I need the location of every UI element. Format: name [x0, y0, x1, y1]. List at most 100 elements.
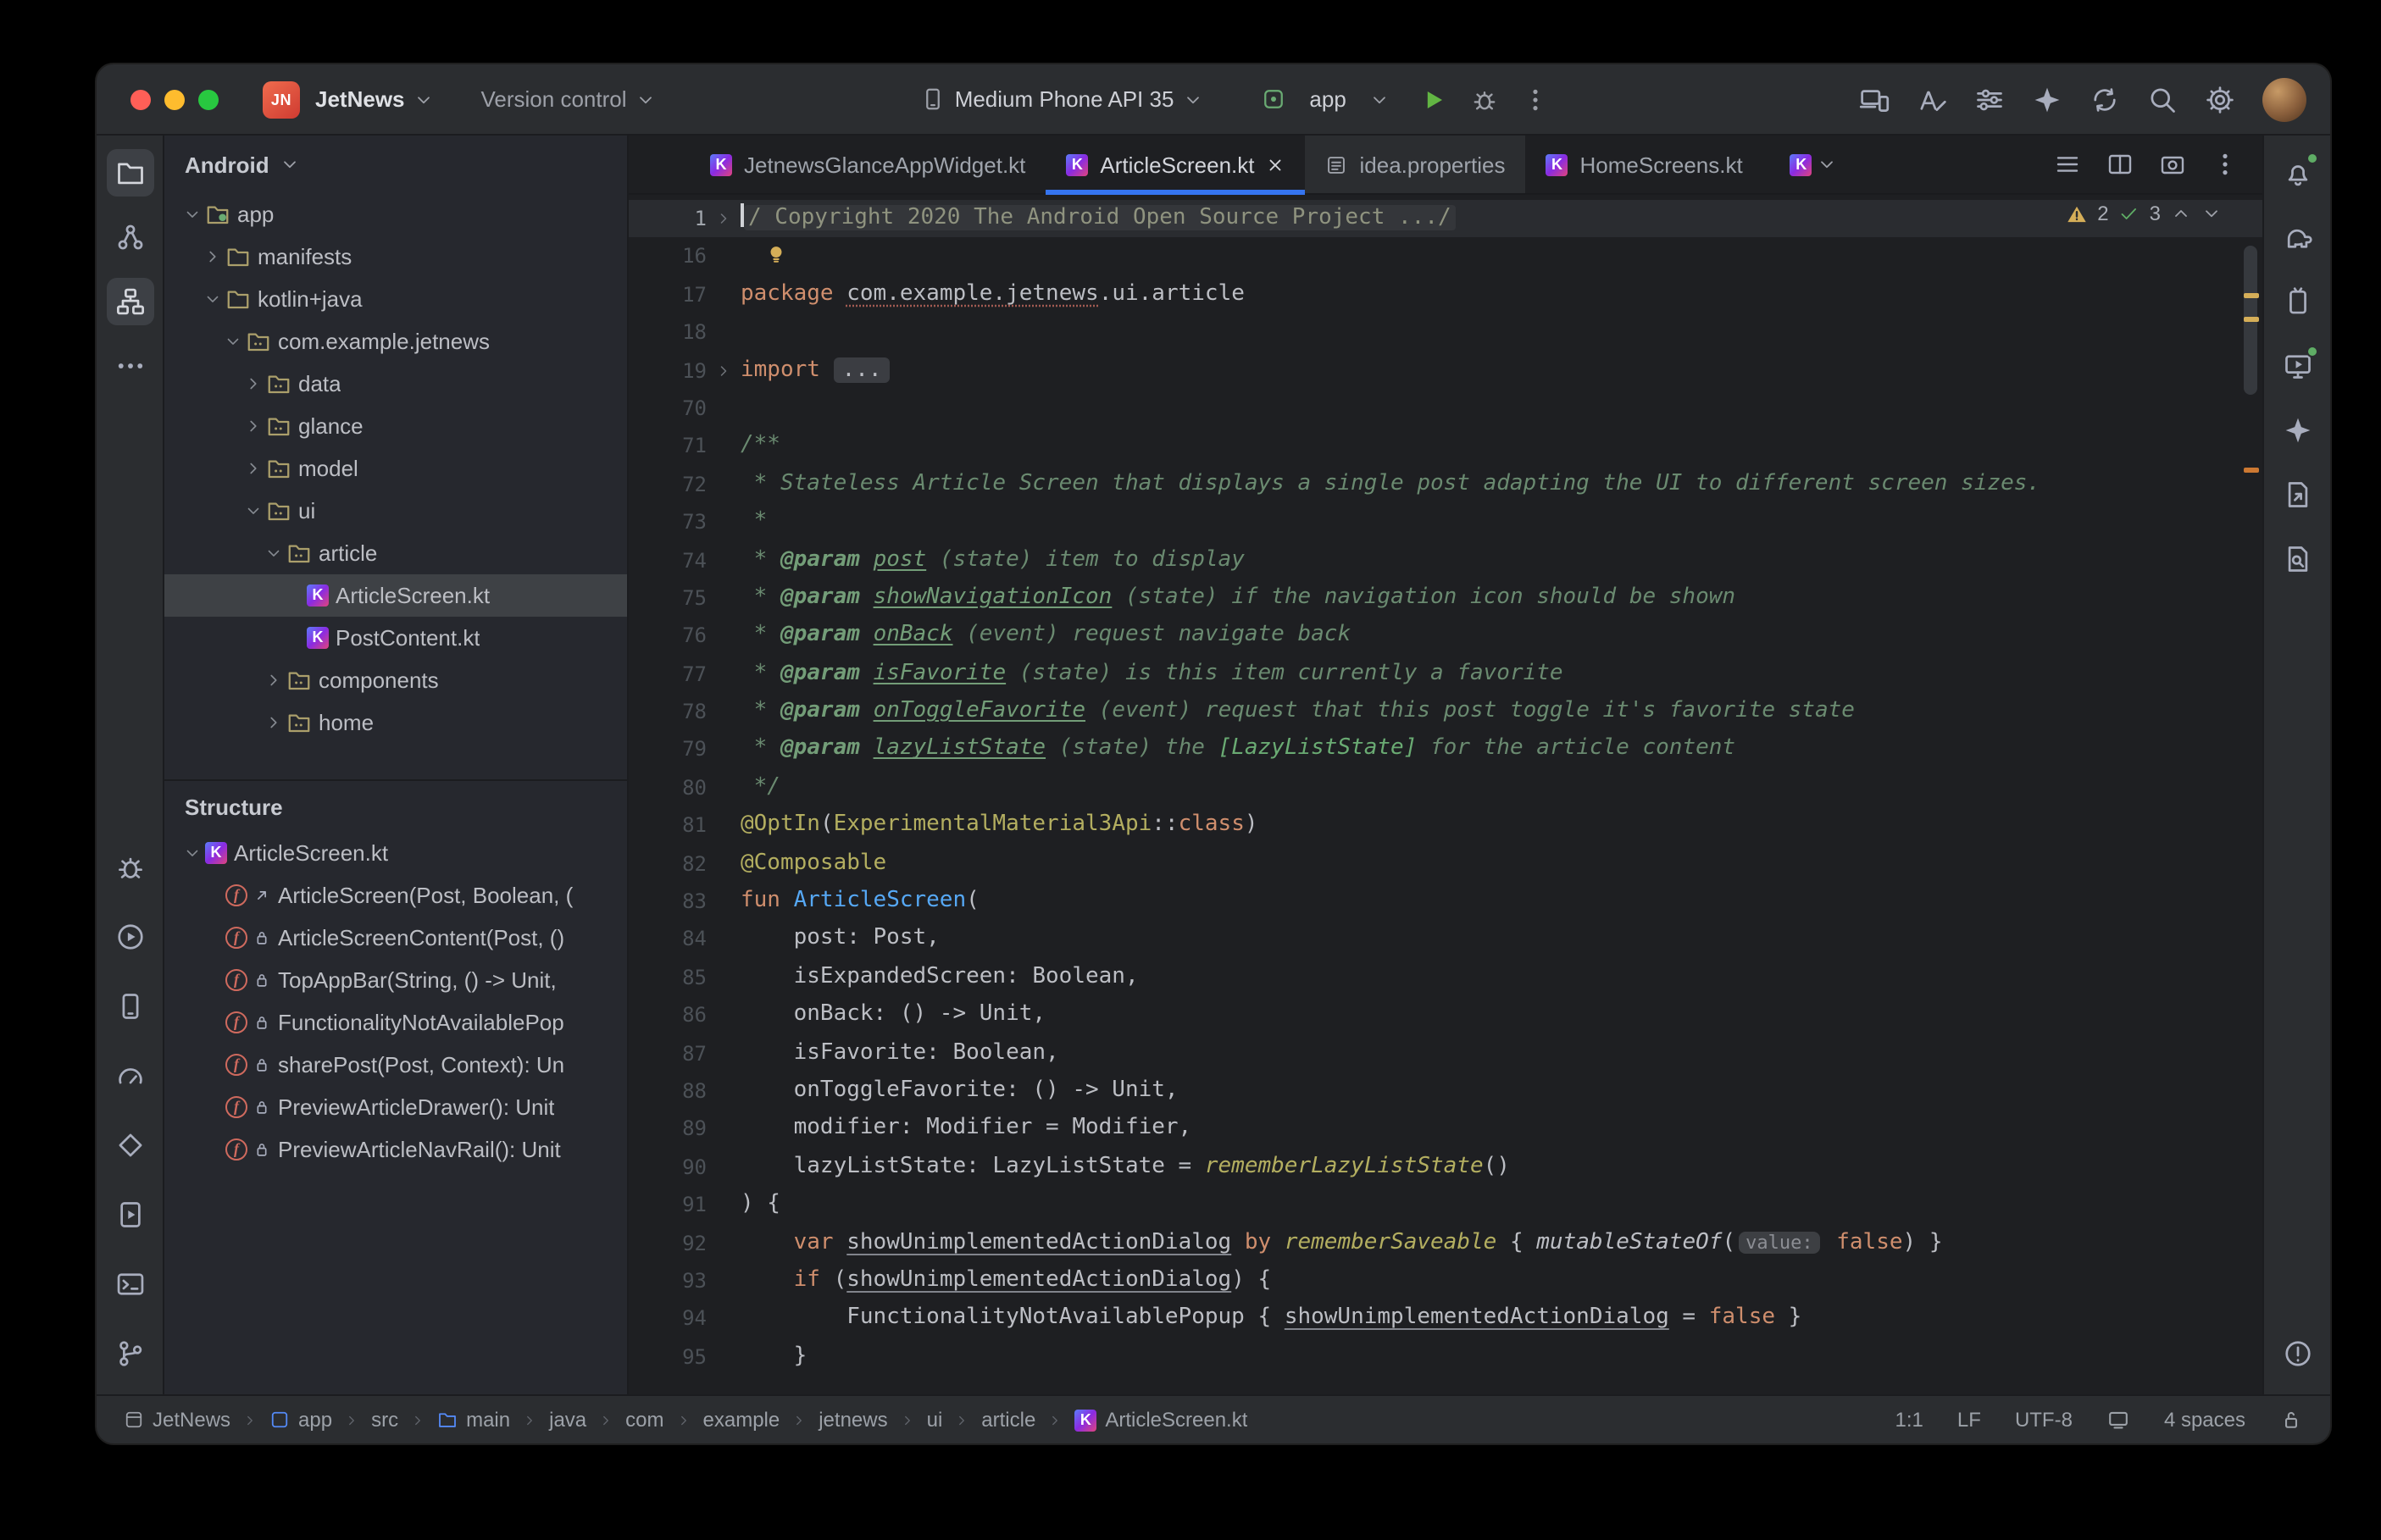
tree-item-home[interactable]: home	[164, 701, 627, 744]
line-number[interactable]: 83	[629, 883, 707, 921]
split-editor-button[interactable]	[2106, 151, 2134, 178]
tree-item-app[interactable]: app	[164, 193, 627, 235]
tree-item-glance[interactable]: glance	[164, 405, 627, 447]
line-number[interactable]: 81	[629, 807, 707, 845]
tree-item-articlescreen-kt[interactable]: KArticleScreen.kt	[164, 574, 627, 617]
line-number[interactable]: 90	[629, 1149, 707, 1187]
run-button[interactable]	[1421, 86, 1448, 113]
breadcrumb-ui[interactable]: ui	[927, 1408, 943, 1432]
line-number[interactable]: 73	[629, 503, 707, 541]
code-line-83[interactable]: 83fun ArticleScreen(	[629, 883, 2262, 921]
tree-item-com-example-jetnews[interactable]: com.example.jetnews	[164, 320, 627, 363]
code-line-1[interactable]: 1/ Copyright 2020 The Android Open Sourc…	[629, 200, 2262, 238]
line-number[interactable]: 78	[629, 693, 707, 731]
ai-assistant-button[interactable]	[1917, 84, 1947, 114]
code-line-18[interactable]: 18	[629, 313, 2262, 352]
run-tool-button[interactable]	[106, 913, 153, 961]
tree-item-model[interactable]: model	[164, 447, 627, 490]
code-line-73[interactable]: 73 *	[629, 503, 2262, 541]
project-widget[interactable]: JetNews	[300, 86, 434, 112]
code-line-76[interactable]: 76 * @param onBack (event) request navig…	[629, 618, 2262, 656]
toolbar-options-button[interactable]	[1974, 84, 2005, 114]
code-line-86[interactable]: 86 onBack: () -> Unit,	[629, 996, 2262, 1034]
code-line-19[interactable]: 19import ...	[629, 352, 2262, 390]
device-manager-tool-button[interactable]	[2273, 278, 2321, 325]
breadcrumb-com[interactable]: com	[625, 1408, 663, 1432]
error-stripe-mark[interactable]	[2244, 293, 2259, 298]
device-selector[interactable]: Medium Phone API 35	[921, 86, 1203, 112]
screenshot-editor-button[interactable]	[2159, 151, 2186, 178]
search-everywhere-button[interactable]	[2147, 84, 2178, 114]
tree-item-articlescreen-post-boolean[interactable]: fArticleScreen(Post, Boolean, (	[164, 874, 627, 917]
breadcrumb-articlescreen-kt[interactable]: KArticleScreen.kt	[1074, 1408, 1247, 1432]
status-caret-position[interactable]: 1:1	[1895, 1408, 1923, 1432]
line-number[interactable]: 70	[629, 390, 707, 428]
tree-item-ui[interactable]: ui	[164, 490, 627, 532]
settings-button[interactable]	[2205, 84, 2235, 114]
code-line-80[interactable]: 80 */	[629, 769, 2262, 807]
next-problem-button[interactable]	[2201, 203, 2222, 224]
line-number[interactable]: 88	[629, 1072, 707, 1111]
maximize-window-button[interactable]	[198, 89, 219, 109]
line-number[interactable]: 89	[629, 1111, 707, 1149]
line-number[interactable]: 19	[629, 352, 707, 390]
tree-item-data[interactable]: data	[164, 363, 627, 405]
line-number[interactable]: 85	[629, 959, 707, 997]
sync-project-button[interactable]	[2090, 84, 2120, 114]
code-line-16[interactable]: 16	[629, 238, 2262, 276]
line-number[interactable]: 72	[629, 465, 707, 503]
editor-tab-idea-properties[interactable]: idea.properties	[1306, 136, 1526, 193]
chevron-down-icon[interactable]	[178, 205, 205, 224]
tree-item-components[interactable]: components	[164, 659, 627, 701]
code-line-82[interactable]: 82@Composable	[629, 845, 2262, 883]
line-number[interactable]: 71	[629, 428, 707, 466]
chevron-right-icon[interactable]	[239, 374, 266, 393]
more-tool-windows-tool-button[interactable]	[106, 342, 153, 390]
chevron-down-icon[interactable]	[219, 332, 246, 351]
line-number[interactable]: 92	[629, 1224, 707, 1262]
status-encoding[interactable]: UTF-8	[2015, 1408, 2073, 1432]
find-tool-button[interactable]	[2273, 535, 2321, 583]
line-number[interactable]: 94	[629, 1300, 707, 1338]
hidden-tabs-selector[interactable]: K	[1790, 136, 1838, 193]
problems-tool-button[interactable]	[2273, 1330, 2321, 1377]
code-line-84[interactable]: 84 post: Post,	[629, 921, 2262, 959]
line-number[interactable]: 74	[629, 541, 707, 579]
line-number[interactable]: 18	[629, 313, 707, 352]
tree-item-article[interactable]: article	[164, 532, 627, 574]
line-number[interactable]: 80	[629, 769, 707, 807]
editor-tab-articlescreen-kt[interactable]: KArticleScreen.kt	[1046, 136, 1305, 193]
breadcrumb-java[interactable]: java	[549, 1408, 586, 1432]
editor-tab-jetnewsglanceappwidget-kt[interactable]: KJetnewsGlanceAppWidget.kt	[690, 136, 1046, 193]
tree-item-kotlin-java[interactable]: kotlin+java	[164, 278, 627, 320]
debug-button[interactable]	[1472, 86, 1499, 113]
line-number[interactable]: 87	[629, 1034, 707, 1072]
intention-bulb-icon[interactable]	[764, 243, 788, 267]
fold-marker-icon[interactable]	[707, 352, 741, 390]
previous-problem-button[interactable]	[2171, 203, 2191, 224]
code-line-85[interactable]: 85 isExpandedScreen: Boolean,	[629, 959, 2262, 997]
pull-requests-tool-button[interactable]	[106, 213, 153, 261]
code-line-90[interactable]: 90 lazyListState: LazyListState = rememb…	[629, 1149, 2262, 1187]
line-number[interactable]: 86	[629, 996, 707, 1034]
line-number[interactable]: 1	[629, 200, 707, 238]
app-inspection-tool-button[interactable]	[106, 1122, 153, 1169]
breadcrumb-example[interactable]: example	[703, 1408, 780, 1432]
project-tool-button[interactable]	[106, 149, 153, 197]
fold-marker-icon[interactable]	[707, 200, 741, 238]
code-line-74[interactable]: 74 * @param post (state) item to display	[629, 541, 2262, 579]
status-write-access[interactable]	[2279, 1408, 2303, 1432]
code-line-79[interactable]: 79 * @param lazyListState (state) the [L…	[629, 731, 2262, 769]
line-number[interactable]: 77	[629, 655, 707, 693]
status-line-separator[interactable]: LF	[1957, 1408, 1981, 1432]
code-line-81[interactable]: 81@OptIn(ExperimentalMaterial3Api::class…	[629, 807, 2262, 845]
breadcrumb-src[interactable]: src	[371, 1408, 398, 1432]
project-view-selector[interactable]: Android	[164, 136, 627, 193]
tree-item-manifests[interactable]: manifests	[164, 235, 627, 278]
chevron-down-icon[interactable]	[198, 290, 225, 308]
tree-item-postcontent-kt[interactable]: KPostContent.kt	[164, 617, 627, 659]
running-devices-tool-button[interactable]	[2273, 342, 2321, 390]
chevron-right-icon[interactable]	[259, 671, 286, 690]
breadcrumb-jetnews[interactable]: jetnews	[819, 1408, 887, 1432]
running-devices-tool-button[interactable]	[106, 1191, 153, 1238]
